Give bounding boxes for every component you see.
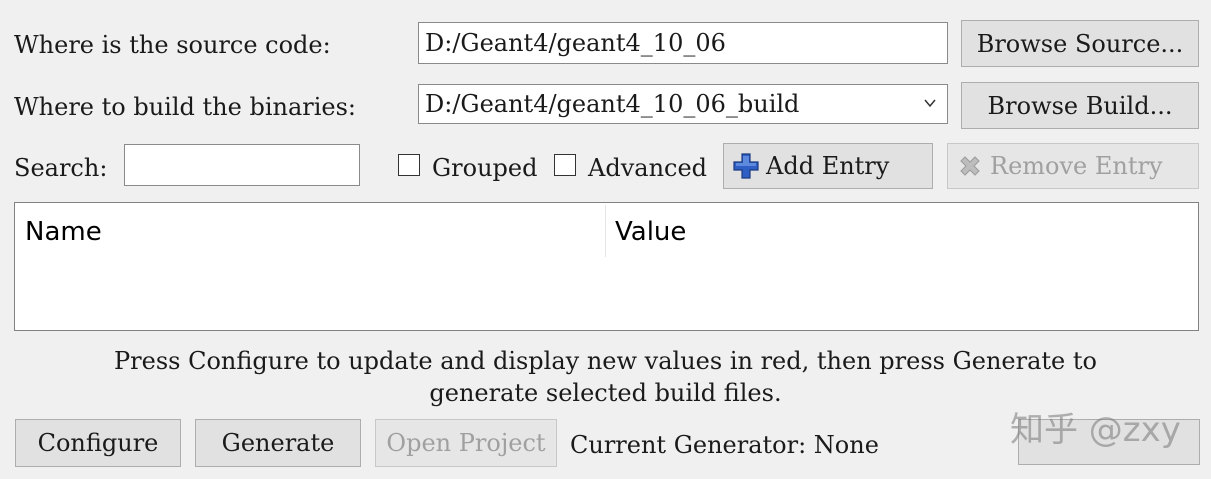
- build-path-value: D:/Geant4/geant4_10_06_build: [425, 90, 800, 118]
- remove-entry-label: Remove Entry: [990, 152, 1163, 180]
- message-line-1: Press Configure to update and display ne…: [114, 347, 1097, 375]
- remove-entry-button[interactable]: Remove Entry: [947, 143, 1199, 189]
- remove-x-icon: [960, 156, 980, 176]
- advanced-label[interactable]: Advanced: [588, 156, 707, 180]
- grouped-label[interactable]: Grouped: [432, 156, 537, 180]
- browse-source-button[interactable]: Browse Source...: [961, 20, 1199, 67]
- chevron-down-icon[interactable]: [923, 96, 937, 110]
- open-project-button[interactable]: Open Project: [375, 419, 557, 467]
- column-divider[interactable]: [605, 205, 606, 257]
- add-entry-label: Add Entry: [766, 152, 890, 180]
- advanced-checkbox[interactable]: [554, 154, 576, 176]
- generate-button[interactable]: Generate: [195, 419, 361, 467]
- status-message: Press Configure to update and display ne…: [0, 345, 1211, 409]
- build-path-combobox[interactable]: D:/Geant4/geant4_10_06_build: [418, 84, 948, 124]
- plus-icon: [733, 153, 759, 179]
- cache-table[interactable]: Name Value: [14, 202, 1199, 331]
- source-path-input[interactable]: D:/Geant4/geant4_10_06: [418, 22, 948, 64]
- grouped-checkbox[interactable]: [398, 154, 420, 176]
- watermark: 知乎 @zxy: [1010, 410, 1181, 450]
- configure-button[interactable]: Configure: [15, 419, 181, 467]
- search-label: Search:: [14, 154, 108, 182]
- current-generator-label: Current Generator: None: [570, 431, 879, 459]
- add-entry-button[interactable]: Add Entry: [723, 143, 933, 189]
- search-input[interactable]: [124, 144, 360, 186]
- browse-build-button[interactable]: Browse Build...: [961, 82, 1199, 129]
- build-label: Where to build the binaries:: [14, 93, 357, 121]
- column-header-name[interactable]: Name: [25, 217, 102, 247]
- column-header-value[interactable]: Value: [615, 217, 686, 247]
- source-label: Where is the source code:: [14, 31, 331, 59]
